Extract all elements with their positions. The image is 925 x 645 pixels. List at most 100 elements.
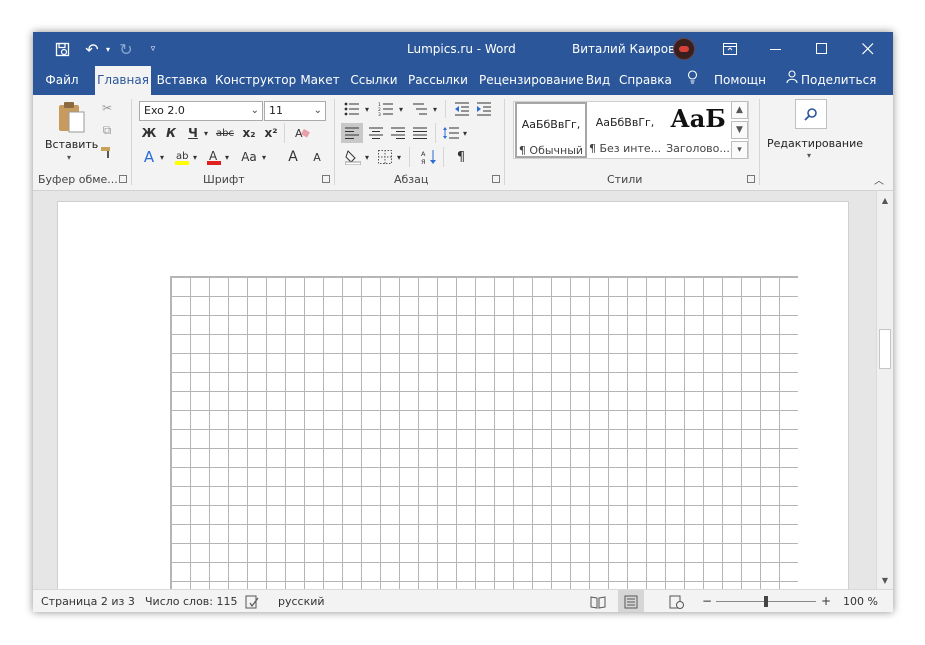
numbering-icon[interactable]: 123 bbox=[377, 100, 395, 118]
increase-indent-icon[interactable] bbox=[475, 100, 493, 118]
highlight-icon[interactable]: ab bbox=[173, 147, 191, 167]
clipboard-launcher-icon[interactable] bbox=[119, 175, 127, 183]
gallery-up-icon[interactable]: ▲ bbox=[731, 101, 748, 119]
grid-table[interactable] bbox=[170, 276, 798, 607]
page-count[interactable]: Страница 2 из 3 bbox=[41, 590, 135, 612]
sort-icon[interactable]: АЯ bbox=[419, 147, 439, 167]
strikethrough-button[interactable]: abc bbox=[214, 124, 236, 142]
editing-dropdown-icon[interactable]: ▾ bbox=[807, 151, 811, 160]
format-painter-icon[interactable] bbox=[99, 144, 115, 160]
gallery-down-icon[interactable]: ▼ bbox=[731, 121, 748, 139]
ribbon-display-icon[interactable] bbox=[707, 32, 753, 66]
scroll-up-icon[interactable]: ▲ bbox=[877, 193, 893, 207]
web-layout-icon[interactable] bbox=[669, 590, 685, 612]
proofing-icon[interactable] bbox=[245, 590, 259, 612]
lightbulb-icon[interactable] bbox=[685, 66, 699, 95]
underline-button[interactable]: Ч bbox=[185, 124, 201, 142]
multilevel-list-icon[interactable] bbox=[411, 100, 429, 118]
change-case-dropdown-icon[interactable]: ▾ bbox=[260, 147, 268, 167]
paste-dropdown-icon[interactable]: ▾ bbox=[67, 153, 71, 162]
style-no-spacing[interactable]: АаБбВвГг, ¶ Без инте... bbox=[589, 102, 661, 158]
bullets-dropdown-icon[interactable]: ▾ bbox=[363, 100, 371, 118]
undo-icon[interactable]: ↶ bbox=[81, 32, 103, 66]
chevron-down-icon[interactable]: ⌄ bbox=[314, 102, 322, 120]
superscript-button[interactable]: x² bbox=[262, 124, 280, 142]
word-count[interactable]: Число слов: 115 bbox=[145, 590, 238, 612]
vertical-scrollbar[interactable]: ▲ ▼ bbox=[876, 191, 893, 589]
grow-font-button[interactable]: A bbox=[284, 147, 302, 167]
shrink-font-button[interactable]: A bbox=[308, 147, 326, 167]
tab-insert[interactable]: Вставка bbox=[155, 66, 209, 95]
text-effects-icon[interactable]: A bbox=[140, 147, 158, 167]
tab-home[interactable]: Главная bbox=[95, 66, 151, 95]
underline-dropdown-icon[interactable]: ▾ bbox=[202, 124, 210, 142]
tab-help[interactable]: Справка bbox=[619, 66, 672, 95]
shading-dropdown-icon[interactable]: ▾ bbox=[363, 147, 371, 167]
tab-references[interactable]: Ссылки bbox=[349, 66, 399, 95]
style-normal[interactable]: АаБбВвГг, ¶ Обычный bbox=[515, 102, 587, 158]
clear-formatting-icon[interactable]: A bbox=[292, 124, 312, 142]
numbering-dropdown-icon[interactable]: ▾ bbox=[397, 100, 405, 118]
bold-button[interactable]: Ж bbox=[141, 124, 157, 142]
person-icon[interactable] bbox=[785, 66, 799, 95]
decrease-indent-icon[interactable] bbox=[453, 100, 471, 118]
tab-file[interactable]: Файл bbox=[39, 66, 85, 95]
scroll-down-icon[interactable]: ▼ bbox=[877, 573, 893, 587]
tab-layout[interactable]: Макет bbox=[299, 66, 341, 95]
read-mode-icon[interactable] bbox=[590, 590, 606, 612]
borders-dropdown-icon[interactable]: ▾ bbox=[395, 147, 403, 167]
undo-dropdown-icon[interactable]: ▾ bbox=[103, 32, 113, 66]
text-effects-dropdown-icon[interactable]: ▾ bbox=[158, 147, 166, 167]
line-spacing-dropdown-icon[interactable]: ▾ bbox=[461, 123, 469, 143]
paragraph-launcher-icon[interactable] bbox=[492, 175, 500, 183]
copy-icon[interactable]: ⧉ bbox=[99, 122, 115, 138]
subscript-button[interactable]: x₂ bbox=[240, 124, 258, 142]
multilevel-dropdown-icon[interactable]: ▾ bbox=[431, 100, 439, 118]
share-button[interactable]: Поделиться bbox=[801, 66, 876, 95]
font-name-combo[interactable]: Exo 2.0 ⌄ bbox=[139, 101, 263, 121]
print-layout-icon[interactable] bbox=[624, 590, 638, 612]
line-spacing-icon[interactable] bbox=[441, 123, 461, 143]
styles-launcher-icon[interactable] bbox=[747, 175, 755, 183]
align-right-icon[interactable] bbox=[387, 123, 409, 143]
tab-view[interactable]: Вид bbox=[585, 66, 611, 95]
save-icon[interactable] bbox=[51, 32, 73, 66]
scroll-thumb[interactable] bbox=[879, 329, 891, 369]
tab-mailings[interactable]: Рассылки bbox=[407, 66, 469, 95]
document-page[interactable] bbox=[57, 201, 849, 607]
tab-tell-me[interactable]: Помощн bbox=[711, 66, 769, 95]
borders-icon[interactable] bbox=[375, 147, 395, 167]
show-formatting-button[interactable]: ¶ bbox=[451, 147, 471, 167]
paste-button-label[interactable]: Вставить bbox=[45, 138, 98, 151]
font-launcher-icon[interactable] bbox=[322, 175, 330, 183]
redo-icon[interactable]: ↻ bbox=[115, 32, 137, 66]
font-size-combo[interactable]: 11 ⌄ bbox=[264, 101, 326, 121]
maximize-icon[interactable] bbox=[799, 32, 845, 66]
find-icon[interactable] bbox=[795, 99, 827, 129]
cut-icon[interactable]: ✂ bbox=[99, 100, 115, 116]
paste-icon[interactable] bbox=[54, 99, 88, 135]
align-left-icon[interactable] bbox=[341, 123, 363, 143]
shading-icon[interactable] bbox=[343, 147, 363, 167]
user-name[interactable]: Виталий Каиров bbox=[572, 32, 675, 66]
align-center-icon[interactable] bbox=[365, 123, 387, 143]
bullets-icon[interactable] bbox=[343, 100, 361, 118]
font-color-icon[interactable]: A bbox=[205, 147, 223, 167]
zoom-out-button[interactable]: − bbox=[702, 590, 712, 612]
italic-button[interactable]: К bbox=[163, 124, 179, 142]
justify-icon[interactable] bbox=[409, 123, 431, 143]
zoom-level[interactable]: 100 % bbox=[843, 590, 878, 612]
highlight-dropdown-icon[interactable]: ▾ bbox=[191, 147, 199, 167]
minimize-icon[interactable] bbox=[753, 32, 799, 66]
tab-design[interactable]: Конструктор bbox=[215, 66, 296, 95]
tab-review[interactable]: Рецензирование bbox=[479, 66, 584, 95]
language[interactable]: русский bbox=[278, 590, 325, 612]
style-heading[interactable]: АаБ Заголово... bbox=[663, 102, 733, 158]
zoom-slider-thumb[interactable] bbox=[764, 596, 768, 607]
close-icon[interactable] bbox=[845, 32, 891, 66]
editing-button[interactable]: Редактирование bbox=[767, 137, 863, 150]
font-color-dropdown-icon[interactable]: ▾ bbox=[223, 147, 231, 167]
chevron-down-icon[interactable]: ⌄ bbox=[251, 102, 259, 120]
chevron-down-icon[interactable]: ▿ bbox=[143, 32, 163, 66]
zoom-in-button[interactable]: + bbox=[821, 590, 831, 612]
